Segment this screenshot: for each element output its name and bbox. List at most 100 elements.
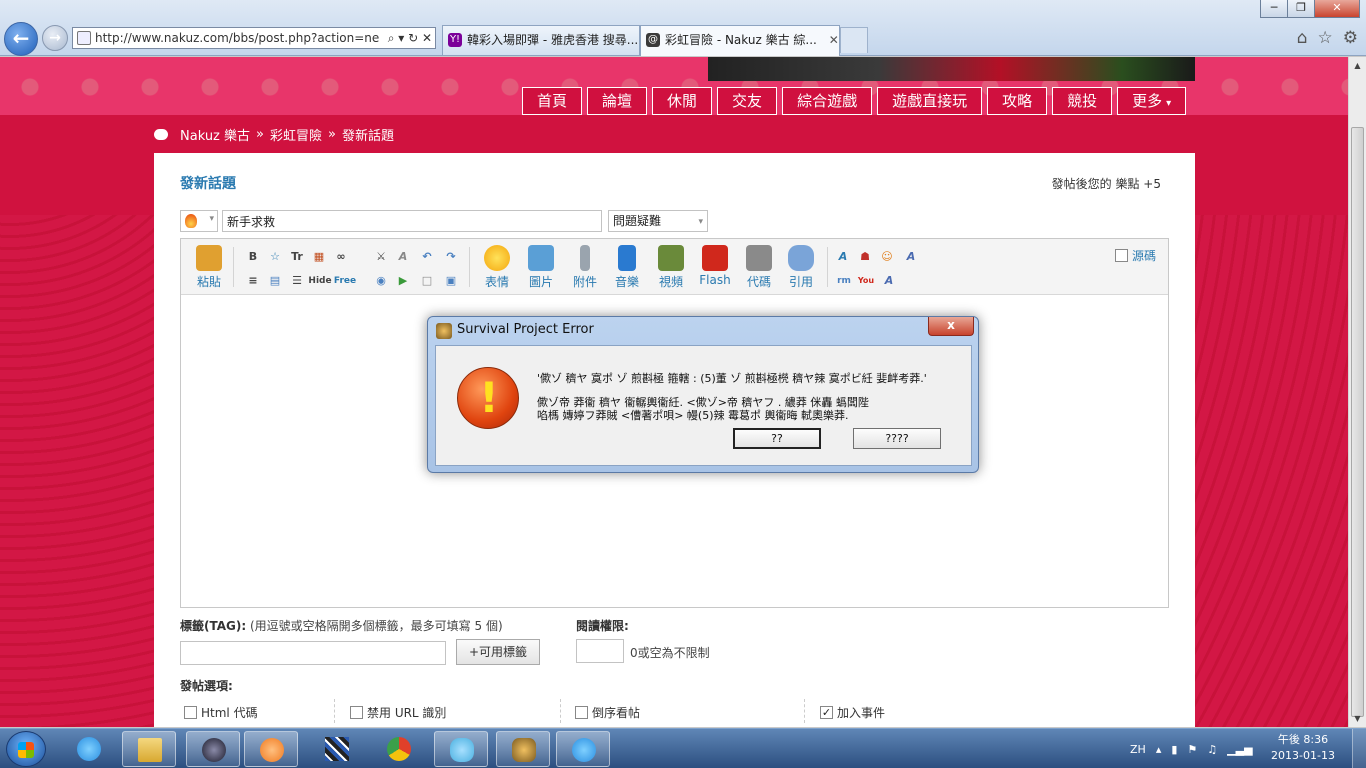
clock[interactable]: 午後 8:36 2013-01-13: [1268, 732, 1338, 764]
redo-icon[interactable]: ↷: [443, 249, 459, 265]
dialog-yes-button[interactable]: ??: [733, 428, 821, 449]
insert-object-icon[interactable]: ▣: [443, 273, 459, 289]
music-button[interactable]: 音樂: [611, 245, 643, 290]
emoticons-button[interactable]: 表情: [481, 245, 513, 290]
option-reverse-order[interactable]: 倒序看帖: [575, 704, 640, 721]
checkbox[interactable]: [350, 706, 363, 719]
nav-social[interactable]: 交友: [717, 87, 778, 115]
header-banner-image[interactable]: [708, 57, 1195, 81]
remove-format-icon[interactable]: A: [395, 249, 411, 265]
language-indicator[interactable]: ZH: [1130, 743, 1146, 756]
nav-home[interactable]: 首頁: [522, 87, 583, 115]
align-left-icon[interactable]: ≡: [245, 273, 261, 289]
free-icon[interactable]: Free: [333, 273, 357, 289]
unlink-icon[interactable]: ⚔: [373, 249, 389, 265]
nav-more[interactable]: 更多 ▾: [1117, 87, 1187, 115]
image-button[interactable]: 圖片: [525, 245, 557, 290]
taskbar-app-round[interactable]: [186, 731, 240, 767]
action-center-flag-icon[interactable]: ⚑: [1187, 743, 1197, 756]
network-signal-icon[interactable]: ▁▃▅: [1227, 743, 1252, 756]
breadcrumb-site[interactable]: Nakuz 樂古: [180, 125, 250, 144]
show-hidden-icons[interactable]: ▴: [1156, 743, 1162, 756]
list-icon[interactable]: ☰: [289, 273, 305, 289]
emoticon-icon[interactable]: ◉: [373, 273, 389, 289]
font-color-icon[interactable]: ☆: [267, 249, 283, 265]
subject-input[interactable]: [222, 210, 602, 232]
video-button[interactable]: 視頻: [655, 245, 687, 290]
nav-guides[interactable]: 攻略: [987, 87, 1048, 115]
breadcrumb-forum[interactable]: 彩虹冒險: [270, 125, 322, 144]
address-tools[interactable]: ⌕ ▾ ↻ ✕: [384, 28, 435, 48]
nav-games[interactable]: 綜合遊戲: [782, 87, 873, 115]
table-icon[interactable]: ▤: [267, 273, 283, 289]
available-tags-button[interactable]: +可用標籤: [456, 639, 540, 665]
quote-button[interactable]: 引用: [785, 245, 817, 290]
tab-close-icon[interactable]: ✕: [829, 33, 839, 47]
read-permission-input[interactable]: [576, 639, 624, 663]
paste-button[interactable]: 粘貼: [195, 245, 223, 290]
source-checkbox[interactable]: [1114, 249, 1128, 262]
minimize-button[interactable]: ─: [1260, 0, 1288, 18]
taskbar-ie-2[interactable]: [556, 731, 610, 767]
taskbar-explorer[interactable]: [122, 731, 176, 767]
home-icon[interactable]: ⌂: [1297, 28, 1308, 48]
smile-icon[interactable]: ☺: [879, 249, 895, 265]
taskbar-messenger[interactable]: [434, 731, 488, 767]
taskbar-cubes[interactable]: [310, 731, 364, 767]
tab-rainbow-adventure[interactable]: @ 彩虹冒險 - Nakuz 樂古 綜... ✕: [640, 25, 840, 56]
nav-bidding[interactable]: 競投: [1052, 87, 1113, 115]
media-icon[interactable]: ▶: [395, 273, 411, 289]
back-button[interactable]: ←: [4, 22, 38, 56]
favorites-star-icon[interactable]: ☆: [1318, 28, 1333, 48]
flash-button[interactable]: Flash: [697, 245, 733, 287]
volume-icon[interactable]: ♫: [1207, 743, 1217, 756]
text-format-icon[interactable]: A: [903, 249, 919, 265]
show-desktop-button[interactable]: [1352, 729, 1366, 768]
dialog-no-button[interactable]: ????: [853, 428, 941, 449]
settings-gear-icon[interactable]: ⚙: [1343, 28, 1358, 48]
checkbox[interactable]: [575, 706, 588, 719]
youtube-icon[interactable]: You: [857, 273, 875, 289]
scroll-down-icon[interactable]: ▼: [1349, 710, 1366, 727]
nav-leisure[interactable]: 休閒: [652, 87, 713, 115]
option-add-event[interactable]: ✓ 加入事件: [820, 704, 885, 721]
nav-play-online[interactable]: 遊戲直接玩: [877, 87, 983, 115]
taskbar-media-player[interactable]: [244, 731, 298, 767]
forward-button[interactable]: →: [42, 25, 68, 51]
scroll-up-icon[interactable]: ▲: [1349, 57, 1366, 74]
taskbar-ie[interactable]: [62, 731, 116, 767]
link-icon[interactable]: ∞: [333, 249, 349, 265]
maximize-button[interactable]: ❐: [1287, 0, 1315, 18]
background-color-icon[interactable]: ▦: [311, 249, 327, 265]
tag-input[interactable]: [180, 641, 446, 665]
font-size-icon[interactable]: Tr: [289, 249, 305, 265]
scroll-thumb[interactable]: [1351, 127, 1364, 717]
superscript-icon[interactable]: A: [881, 273, 897, 289]
realmedia-icon[interactable]: rm: [835, 273, 853, 289]
option-disable-url[interactable]: 禁用 URL 識別: [350, 704, 446, 721]
checkbox[interactable]: [184, 706, 197, 719]
attachment-button[interactable]: 附件: [569, 245, 601, 290]
taskbar-game[interactable]: [496, 731, 550, 767]
font-style-icon[interactable]: A: [835, 249, 851, 265]
category-select[interactable]: 問題疑難 ▾: [608, 210, 708, 232]
source-mode-toggle[interactable]: 源碼: [1114, 247, 1156, 264]
address-bar[interactable]: http://www.nakuz.com/bbs/post.php?action…: [72, 27, 436, 49]
flash-player-icon[interactable]: ☗: [857, 249, 873, 265]
post-icon-select[interactable]: ▾: [180, 210, 218, 232]
undo-icon[interactable]: ↶: [419, 249, 435, 265]
option-html-code[interactable]: Html 代碼: [184, 704, 258, 721]
start-button[interactable]: [6, 731, 46, 767]
bold-icon[interactable]: B: [245, 249, 261, 265]
code-button[interactable]: 代碼: [743, 245, 775, 290]
taskbar-chrome[interactable]: [372, 731, 426, 767]
device-icon[interactable]: ▮: [1171, 743, 1177, 756]
nav-forum[interactable]: 論壇: [587, 87, 648, 115]
window-close-button[interactable]: ✕: [1314, 0, 1360, 18]
hide-icon[interactable]: Hide: [307, 273, 333, 289]
dialog-close-button[interactable]: x: [928, 317, 974, 336]
checkbox-checked[interactable]: ✓: [820, 706, 833, 719]
tab-yahoo[interactable]: Y! 韓彩入場即彈 - 雅虎香港 搜尋...: [442, 25, 640, 55]
page-scrollbar[interactable]: ▲ ▼: [1348, 57, 1366, 727]
new-tab-button[interactable]: [840, 27, 868, 53]
